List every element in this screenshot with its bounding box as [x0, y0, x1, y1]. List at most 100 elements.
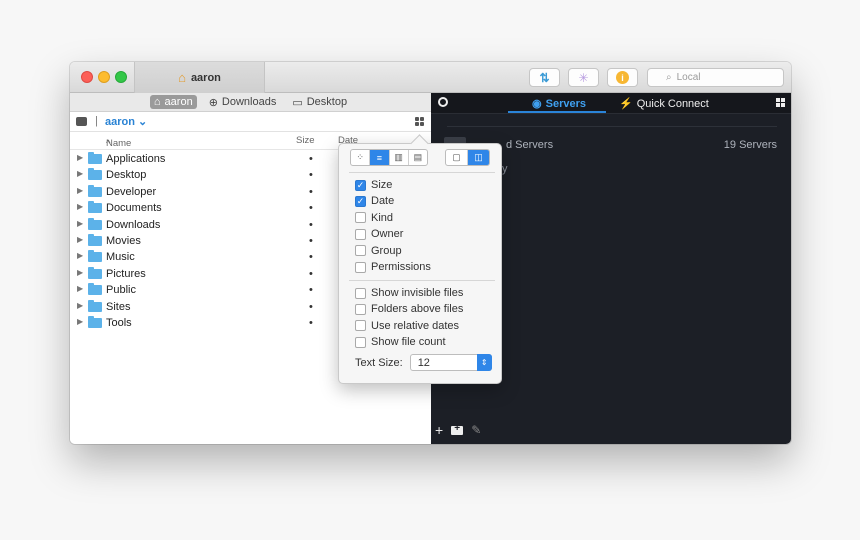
checkbox[interactable]	[355, 212, 366, 224]
tab-quick-connect-label: Quick Connect	[636, 97, 709, 110]
file-size: •	[309, 153, 313, 165]
checkbox[interactable]	[355, 320, 366, 332]
option-checkbox-row[interactable]: ✓ Date	[355, 194, 394, 208]
option-checkbox-row[interactable]: Permissions	[355, 260, 431, 274]
location-dropdown[interactable]: aaron ⌄	[105, 115, 147, 128]
file-size: •	[309, 284, 313, 297]
option-checkbox-row[interactable]: Kind	[355, 211, 393, 225]
option-checkbox-row[interactable]: Group	[355, 244, 402, 258]
disclosure-triangle-icon[interactable]: ▶	[77, 186, 83, 195]
file-name: Downloads	[106, 218, 161, 231]
option-checkbox-row[interactable]: Use relative dates	[355, 319, 459, 333]
tab-quick-connect[interactable]: ⚡ Quick Connect	[619, 97, 709, 111]
disclosure-triangle-icon[interactable]: ▶	[77, 202, 83, 211]
grid-dot	[776, 98, 780, 102]
add-icon[interactable]: +	[435, 422, 443, 438]
chevron-updown-icon: ⇕	[476, 354, 492, 371]
option-checkbox-row[interactable]: ✓ Size	[355, 178, 392, 192]
tab-servers-label: Servers	[545, 97, 586, 110]
split-pane-option[interactable]: ◫	[468, 150, 489, 165]
single-pane-icon: ▢	[452, 152, 461, 162]
info-button[interactable]: i	[607, 68, 638, 87]
drive-icon	[76, 117, 87, 126]
folder-icon	[88, 152, 102, 164]
saved-servers-label[interactable]: d Servers	[506, 139, 553, 151]
tab-servers[interactable]: ◉ Servers	[532, 97, 586, 111]
checkbox[interactable]: ✓	[355, 195, 366, 207]
option-checkbox-row[interactable]: Show file count	[355, 335, 446, 349]
grid-dot	[420, 122, 424, 126]
column-view-option[interactable]: ▥	[390, 150, 409, 165]
history-label[interactable]: y	[502, 163, 508, 175]
window-tab[interactable]: ⌂ aaron	[134, 62, 265, 93]
edit-pencil-icon[interactable]: ✎	[471, 423, 481, 437]
path-crumb-desktop[interactable]: ▭ Desktop	[288, 95, 351, 110]
info-icon: i	[616, 71, 629, 84]
icon-view-option[interactable]: ⁘	[351, 150, 371, 165]
disclosure-triangle-icon[interactable]: ▶	[77, 169, 83, 178]
disclosure-triangle-icon[interactable]: ▶	[77, 317, 83, 326]
file-size: •	[309, 202, 313, 215]
path-crumb-downloads[interactable]: ⊕ Downloads	[205, 95, 281, 110]
search-icon: ⌕	[666, 72, 672, 83]
minimize-window-button[interactable]	[98, 71, 110, 83]
close-window-button[interactable]	[81, 71, 93, 83]
globe-icon[interactable]	[438, 97, 448, 107]
globe-icon: ◉	[532, 98, 542, 110]
disclosure-triangle-icon[interactable]: ▶	[77, 251, 83, 260]
file-size: •	[309, 169, 313, 182]
folder-icon	[88, 233, 102, 246]
gallery-view-option[interactable]: ▤	[409, 150, 427, 165]
transfers-button[interactable]: ⇅	[529, 68, 560, 87]
location-bar: | aaron ⌄	[70, 112, 431, 132]
title-bar: ⌂ aaron ⇅ ✳ i ⌕ Local	[70, 62, 791, 93]
folder-icon	[88, 201, 102, 214]
activity-button[interactable]: ✳	[568, 68, 599, 87]
location-separator: |	[95, 115, 98, 127]
search-field[interactable]: ⌕ Local	[647, 68, 784, 87]
folder-icon	[88, 184, 102, 197]
checkbox[interactable]	[355, 261, 366, 273]
option-checkbox-row[interactable]: Show invisible files	[355, 286, 463, 300]
file-size: •	[309, 218, 313, 231]
file-name: Tools	[106, 316, 132, 329]
disclosure-triangle-icon[interactable]: ▶	[77, 219, 83, 228]
size-column-header[interactable]: Size	[296, 135, 314, 146]
disclosure-triangle-icon[interactable]: ▶	[77, 153, 83, 162]
checkbox[interactable]	[355, 336, 366, 348]
lightning-icon: ⚡	[619, 98, 633, 110]
disclosure-triangle-icon[interactable]: ▶	[77, 235, 83, 244]
grid-dot	[415, 117, 419, 121]
file-name: Music	[106, 251, 135, 264]
active-tab-indicator	[508, 111, 606, 113]
text-size-select[interactable]: 12 ⇕	[409, 354, 492, 371]
path-crumb-label: Desktop	[306, 96, 348, 108]
checkbox[interactable]	[355, 245, 366, 257]
single-pane-option[interactable]: ▢	[446, 150, 468, 165]
disclosure-triangle-icon[interactable]: ▶	[77, 268, 83, 277]
list-view-option[interactable]: ≡	[370, 150, 390, 165]
path-crumb-home[interactable]: ⌂ aaron	[149, 95, 197, 109]
transfer-arrows-icon: ⇅	[539, 70, 550, 85]
home-icon: ⌂	[153, 96, 161, 108]
checkbox[interactable]	[355, 287, 366, 299]
path-bar: ⌂ aaron ⊕ Downloads ▭ Desktop	[70, 93, 431, 112]
folder-icon	[88, 250, 102, 263]
servers-grid-button[interactable]	[776, 98, 785, 107]
checkbox[interactable]	[355, 303, 366, 315]
zoom-window-button[interactable]	[115, 71, 127, 83]
option-checkbox-row[interactable]: Folders above files	[355, 302, 463, 316]
file-name: Documents	[106, 202, 162, 215]
checkbox[interactable]	[355, 228, 366, 240]
saved-servers-count: 19 Servers	[723, 139, 777, 151]
grid-dot	[415, 122, 419, 126]
option-label: Show invisible files	[371, 287, 464, 299]
path-crumb-label: Downloads	[221, 96, 277, 108]
option-checkbox-row[interactable]: Owner	[355, 227, 403, 241]
checkbox[interactable]: ✓	[355, 179, 366, 191]
view-options-button[interactable]	[415, 117, 424, 126]
file-size: •	[309, 300, 313, 313]
add-folder-icon[interactable]	[451, 423, 464, 435]
disclosure-triangle-icon[interactable]: ▶	[77, 284, 83, 293]
disclosure-triangle-icon[interactable]: ▶	[77, 301, 83, 310]
